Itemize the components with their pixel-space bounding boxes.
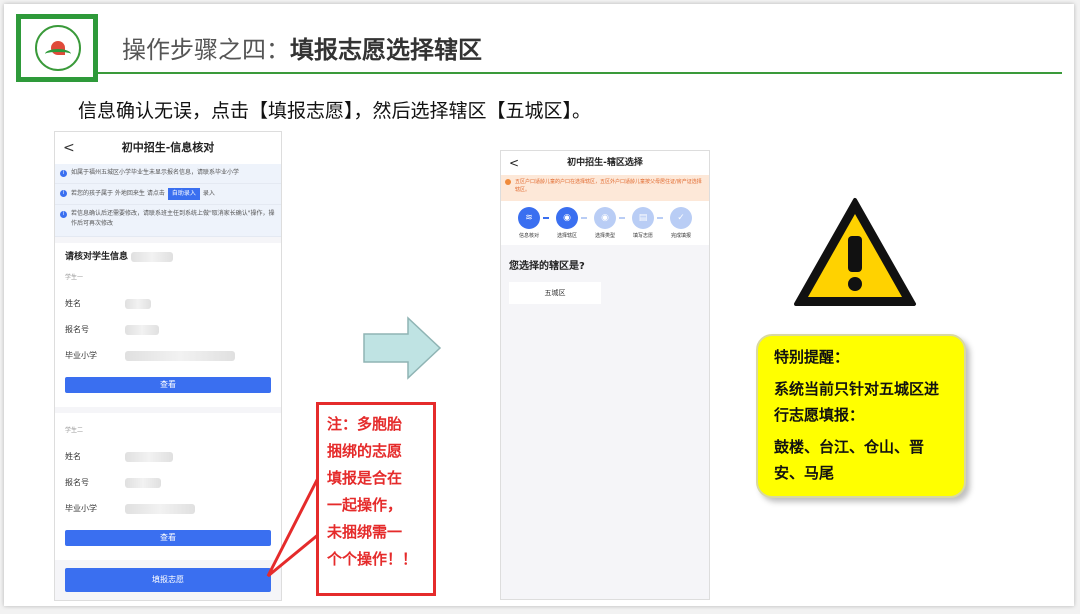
info-icon: i bbox=[60, 190, 67, 197]
view-button-2[interactable]: 查看 bbox=[65, 530, 271, 546]
location-pin-icon: ◉ bbox=[594, 207, 616, 229]
school-row: 毕业小学 bbox=[65, 343, 271, 369]
student-2-card: 学生二 姓名 报名号 毕业小学 查看 bbox=[55, 413, 281, 560]
progress-steps: ≋ 信息核对 ◉ 选择辖区 ◉ 选择类型 ▤ 填写志愿 ✓ 完成填报 bbox=[501, 201, 709, 245]
notice-2: i 若您的孩子属于 外地回来生 请点击 自助录入 录入 bbox=[55, 184, 281, 205]
multiple-births-note: 注：多胞胎 捆绑的志愿 填报是合在 一起操作， 未捆绑需一 个个操作！！ bbox=[316, 402, 436, 596]
name-row: 姓名 bbox=[65, 291, 271, 317]
title-divider bbox=[98, 72, 1062, 74]
section-title: 请核对学生信息 bbox=[65, 249, 271, 262]
document-icon: ▤ bbox=[632, 207, 654, 229]
reminder-title: 特别提醒： bbox=[774, 348, 850, 366]
step-select-district: ◉ 选择辖区 bbox=[549, 207, 585, 239]
note-line: 注：多胞胎 bbox=[327, 415, 403, 433]
student-1-label: 学生一 bbox=[65, 274, 84, 281]
instruction-text: 信息确认无误，点击【填报志愿】，然后选择辖区【五城区】。 bbox=[78, 100, 592, 122]
screen-title: 初中招生-辖区选择 bbox=[567, 158, 643, 168]
submit-preferences-button[interactable]: 填报志愿 bbox=[65, 568, 271, 592]
phone-screen-info-check: < 初中招生-信息核对 i 如属于福州五城区小学毕业生未显示报名信息，请联系毕业小… bbox=[54, 131, 282, 601]
student-info-card: 请核对学生信息 学生一 姓名 报名号 毕业小学 查看 bbox=[55, 243, 281, 407]
step-info-check: ≋ 信息核对 bbox=[511, 207, 547, 239]
warning-dot-icon bbox=[505, 179, 511, 185]
screen-header: < 初中招生-信息核对 bbox=[55, 132, 281, 164]
back-icon[interactable]: < bbox=[63, 132, 75, 164]
step-fill-preference: ▤ 填写志愿 bbox=[625, 207, 661, 239]
view-button[interactable]: 查看 bbox=[65, 377, 271, 393]
note-line: 未捆绑需一 bbox=[327, 523, 403, 541]
note-line: 捆绑的志愿 bbox=[327, 442, 403, 460]
notice-1: i 如属于福州五城区小学毕业生未显示报名信息，请联系毕业小学 bbox=[55, 164, 281, 184]
reminder-districts: 鼓楼、台江、仓山、晋安、马尾 bbox=[774, 438, 925, 482]
step-complete: ✓ 完成填报 bbox=[663, 207, 699, 239]
district-option-wuchengqu[interactable]: 五城区 bbox=[509, 282, 601, 304]
layers-icon: ≋ bbox=[518, 207, 540, 229]
student-2-label: 学生二 bbox=[65, 427, 84, 434]
regno-row: 报名号 bbox=[65, 470, 271, 496]
school-logo bbox=[16, 14, 98, 82]
district-question: 您选择的辖区是? bbox=[509, 261, 585, 272]
note-line: 个个操作！！ bbox=[327, 550, 418, 568]
location-pin-icon: ◉ bbox=[556, 207, 578, 229]
phone-screen-district-select: < 初中招生-辖区选择 五区户口适龄儿童的户口在选择辖区，五区外户口适龄儿童按父… bbox=[500, 150, 710, 600]
logo-emblem-icon bbox=[35, 25, 81, 71]
notice-3: i 若信息确认后还需要修改，请联系班主任到系统上做"取消家长确认"操作，操作后可再… bbox=[55, 205, 281, 237]
back-icon[interactable]: < bbox=[509, 151, 519, 175]
note-line: 填报是合在 bbox=[327, 469, 403, 487]
special-reminder-box: 特别提醒： 系统当前只针对五城区进行志愿填报： 鼓楼、台江、仓山、晋安、马尾 bbox=[756, 334, 966, 498]
warning-triangle-icon bbox=[794, 198, 916, 306]
info-icon: i bbox=[60, 170, 67, 177]
warning-notice: 五区户口适龄儿童的户口在选择辖区，五区外户口适龄儿童按父母居住证/房产证选择辖区… bbox=[501, 175, 709, 201]
screen-header: < 初中招生-辖区选择 bbox=[501, 151, 709, 175]
school-row: 毕业小学 bbox=[65, 496, 271, 522]
right-arrow-icon bbox=[363, 316, 442, 380]
regno-row: 报名号 bbox=[65, 317, 271, 343]
check-icon: ✓ bbox=[670, 207, 692, 229]
slide-title: 操作步骤之四：填报志愿选择辖区 bbox=[122, 36, 482, 64]
reminder-body: 系统当前只针对五城区进行志愿填报： bbox=[774, 380, 940, 424]
name-row: 姓名 bbox=[65, 444, 271, 470]
slide: 操作步骤之四：填报志愿选择辖区 信息确认无误，点击【填报志愿】，然后选择辖区【五… bbox=[4, 4, 1074, 606]
self-entry-button[interactable]: 自助录入 bbox=[167, 188, 200, 200]
screen-title: 初中招生-信息核对 bbox=[121, 141, 215, 154]
step-select-type: ◉ 选择类型 bbox=[587, 207, 623, 239]
info-icon: i bbox=[60, 211, 67, 218]
note-line: 一起操作， bbox=[327, 496, 403, 514]
